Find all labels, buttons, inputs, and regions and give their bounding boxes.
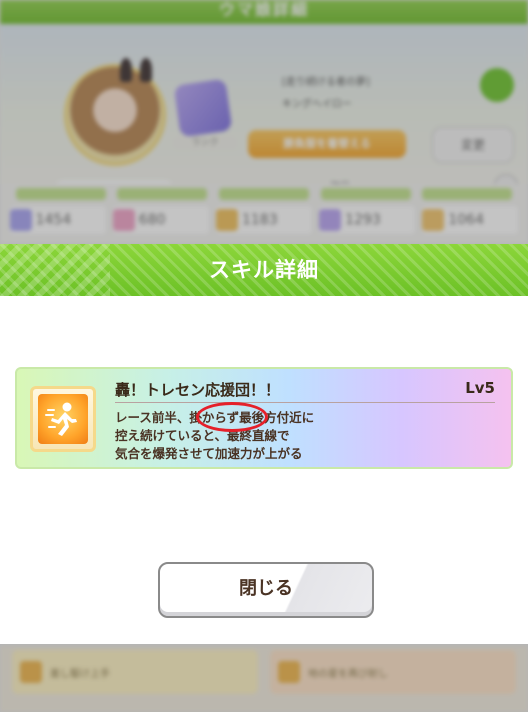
skill-description-line: 控え続けていると、最終直線で <box>115 428 290 443</box>
dialog-title: スキル詳細 <box>209 258 319 282</box>
skill-description: レース前半、掛からず最後方付近に 控え続けていると、最終直線で 気合を爆発させて… <box>115 409 495 463</box>
close-button[interactable]: 閉じる <box>158 562 374 618</box>
skill-detail-dialog: スキル詳細 轟！トレセン応援団！！ Lv5 レース前半、掛からず最後方付近に 控… <box>0 244 528 644</box>
skill-divider <box>115 402 495 403</box>
skill-name: 轟！トレセン応援団！！ <box>115 381 281 399</box>
skill-icon-frame <box>30 386 96 452</box>
skill-level: Lv5 <box>465 379 495 397</box>
skill-description-line: レース前半、掛からず最後方付近に <box>115 410 315 425</box>
skill-description-line: 気合を爆発させて加速力が上がる <box>115 446 303 461</box>
dialog-header: スキル詳細 <box>0 244 528 296</box>
highlight-annotation-circle <box>196 402 268 432</box>
running-person-icon <box>38 394 88 444</box>
